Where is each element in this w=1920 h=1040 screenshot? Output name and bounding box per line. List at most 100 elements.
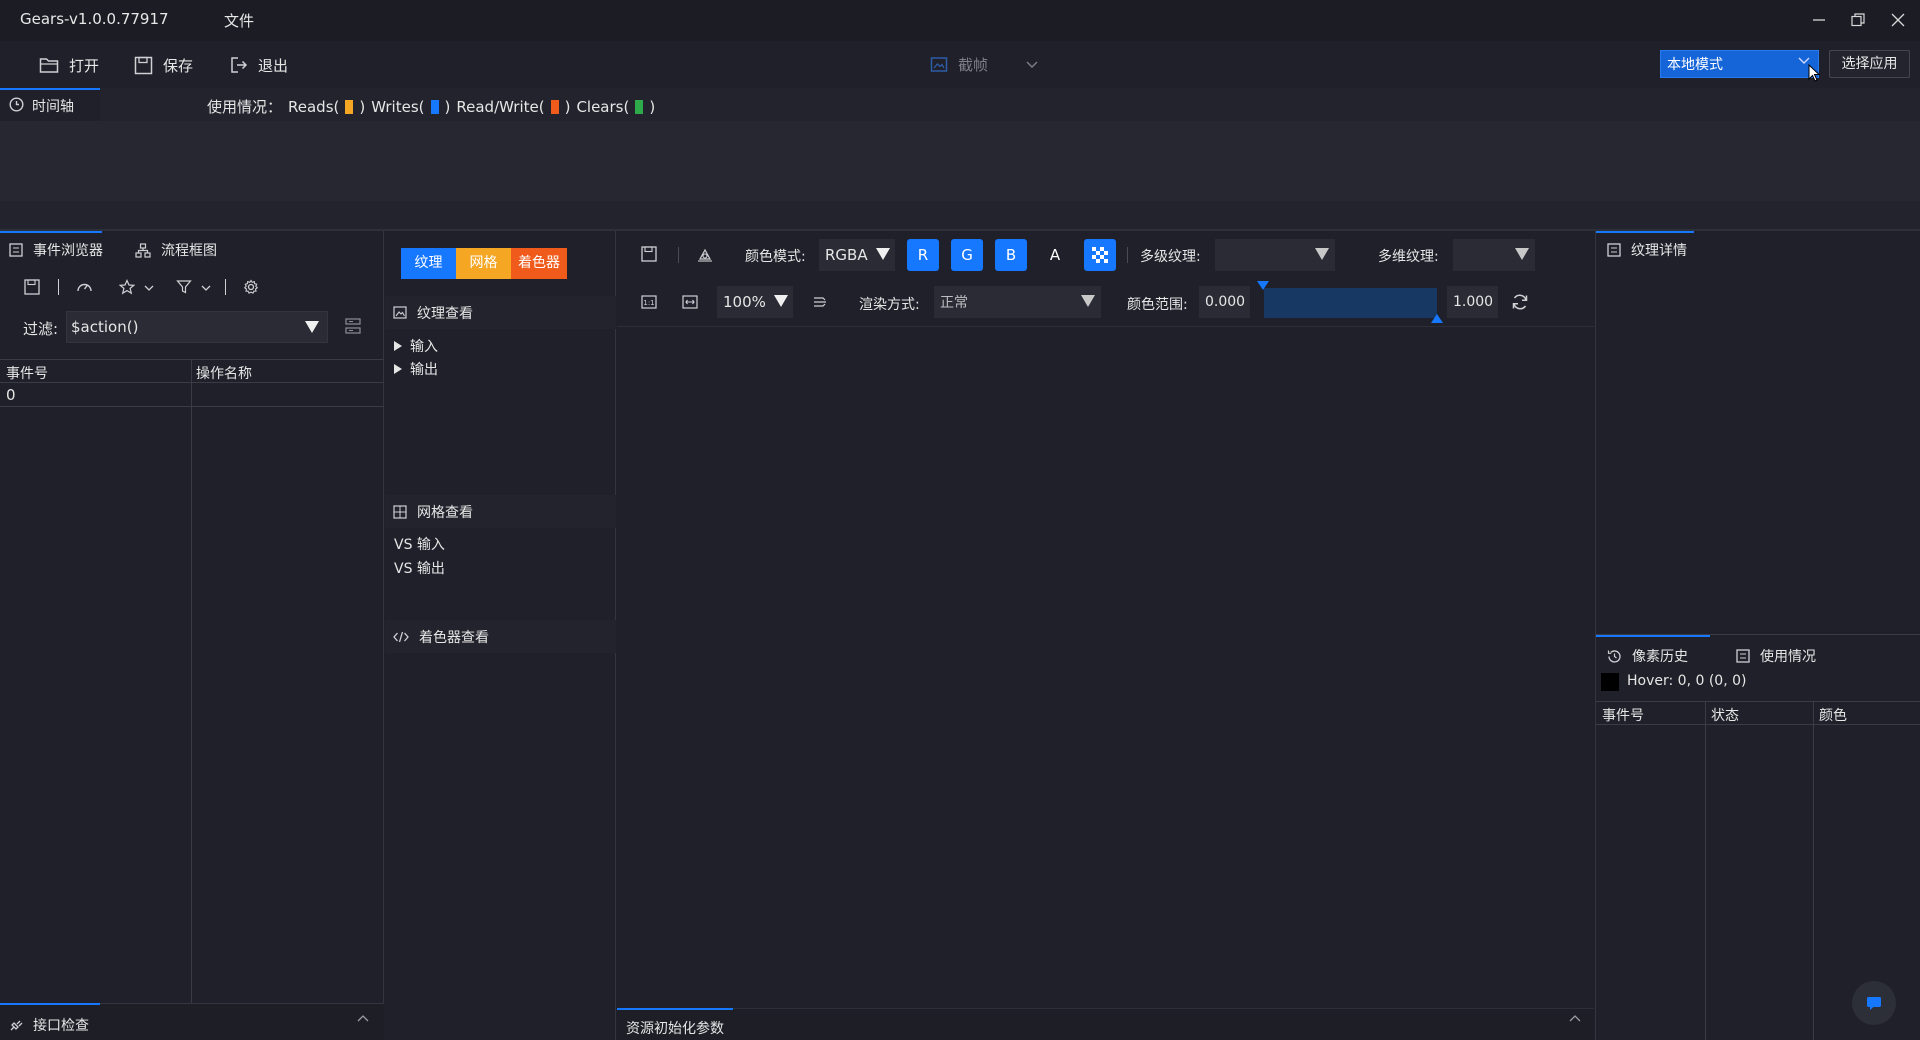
grid-icon [393,504,407,519]
flow-diagram-label: 流程框图 [161,243,217,259]
caret-right-icon [394,364,402,374]
tab-texture-details[interactable]: 纹理详情 [1607,240,1687,260]
tab-resource-init-params[interactable]: 资源初始化参数 [626,1018,724,1038]
image-icon [393,306,407,319]
column-divider [1813,701,1814,1040]
usage-legend: 使用情况： Reads( ) Writes( ) Read/Write( ) C… [207,96,655,117]
open-button[interactable]: 打开 [39,54,99,76]
gauge-icon[interactable] [76,279,93,295]
filter-label: 过滤: [23,320,59,338]
dropdown-triangle-icon [1515,248,1529,260]
pixel-history-label: 像素历史 [1632,649,1688,665]
channel-r-toggle[interactable]: R [907,239,939,271]
interface-check-label: 接口检查 [33,1018,89,1034]
tab-usage[interactable]: 使用情况 [1736,646,1816,666]
array-select[interactable] [1453,239,1535,271]
segment-texture[interactable]: 纹理 [401,248,456,279]
chevron-down-icon[interactable] [1026,61,1038,69]
writes-swatch [430,99,439,114]
column-operation-name[interactable]: 操作名称 [196,363,252,383]
column-divider [1705,701,1706,1040]
tree-item-output[interactable]: 输出 [394,359,438,379]
filter-input[interactable]: $action() [66,311,328,343]
minimize-icon[interactable] [1807,9,1831,31]
shader-view-header[interactable]: 着色器查看 [385,620,616,653]
tab-event-browser[interactable]: 事件浏览器 [9,240,103,260]
color-mode-select[interactable]: RGBA [819,239,895,271]
tab-active-indicator [0,1003,100,1005]
filter-settings-icon[interactable] [345,318,361,334]
pick-pixel-icon[interactable] [697,247,713,263]
texture-view-header[interactable]: 纹理查看 [385,296,616,329]
column-state[interactable]: 状态 [1711,705,1739,725]
menu-file[interactable]: 文件 [224,10,254,31]
list-icon [9,243,23,257]
column-event-id[interactable]: 事件号 [6,363,48,383]
readwrite-swatch [550,99,559,114]
mesh-view-header[interactable]: 网格查看 [385,495,616,528]
clears-label: Clears( [576,97,630,116]
tree-item-vs-input[interactable]: VS 输入 [394,534,445,554]
table-row[interactable]: 0 [0,383,384,407]
segment-shader[interactable]: 着色器 [511,248,567,279]
star-icon[interactable] [119,279,135,295]
plug-icon [9,1018,23,1032]
chevron-down-icon[interactable] [201,285,211,292]
tab-flow-diagram[interactable]: 流程框图 [135,240,217,260]
writes-close: ) [444,97,451,116]
channel-b-toggle[interactable]: B [995,239,1027,271]
gear-icon[interactable] [243,279,259,295]
channel-g-toggle[interactable]: G [951,239,983,271]
folder-icon [39,56,59,74]
resource-init-params-bar[interactable] [617,1008,1594,1040]
clears-close: ) [649,97,656,116]
event-table-header: 事件号 操作名称 [0,359,384,383]
reads-swatch [345,99,354,114]
chevron-down-icon[interactable] [144,285,154,292]
restore-icon[interactable] [1846,9,1870,31]
reads-label: Reads( [288,97,340,116]
tab-active-indicator [1596,231,1694,233]
choose-app-button[interactable]: 选择应用 [1829,50,1910,78]
readwrite-close: ) [564,97,571,116]
mode-value: 本地模式 [1667,57,1723,73]
filter-icon[interactable] [176,279,192,295]
save-button[interactable]: 保存 [134,54,193,76]
column-color[interactable]: 颜色 [1819,705,1847,725]
pixel-history-table-header: 事件号 状态 颜色 [1596,701,1920,725]
close-window-icon[interactable] [1886,9,1910,31]
capture-frame-button[interactable]: 截帧 [930,54,1038,75]
list-icon [1607,243,1621,257]
mip-select[interactable] [1215,239,1335,271]
chevron-up-icon[interactable] [357,1014,369,1022]
save-icon[interactable] [641,246,657,262]
save-icon[interactable] [24,279,40,295]
exit-label: 退出 [258,56,289,75]
chevron-up-icon[interactable] [1569,1014,1581,1022]
tab-pixel-history[interactable]: 像素历史 [1607,646,1688,666]
tree-item-vs-output[interactable]: VS 输出 [394,558,445,578]
column-event-id[interactable]: 事件号 [1602,705,1644,725]
checkerboard-toggle[interactable] [1084,239,1116,271]
timeline-canvas[interactable] [0,121,1920,201]
hierarchy-icon [135,242,151,258]
tab-interface-check[interactable]: 接口检查 [9,1015,89,1035]
usage-label: 使用情况 [1760,649,1816,665]
event-browser-label: 事件浏览器 [33,243,103,259]
shader-view-label: 着色器查看 [419,629,489,646]
vs-input-label: VS 输入 [394,537,445,553]
tree-item-input[interactable]: 输入 [394,336,438,356]
hover-readout: Hover: 0, 0 (0, 0) [1627,673,1747,689]
mode-select[interactable]: 本地模式 [1660,50,1819,78]
chat-button[interactable] [1852,981,1896,1025]
capture-icon [930,56,948,74]
dropdown-triangle-icon [305,321,319,333]
save-icon [134,56,153,75]
exit-button[interactable]: 退出 [230,54,288,76]
timeline-label: 时间轴 [32,99,74,115]
segment-mesh[interactable]: 网格 [456,248,511,279]
toolbar-divider [1127,247,1128,263]
array-label: 多维纹理: [1378,249,1439,265]
channel-a-toggle[interactable]: A [1039,239,1071,271]
texture-viewer[interactable] [617,231,1594,1040]
